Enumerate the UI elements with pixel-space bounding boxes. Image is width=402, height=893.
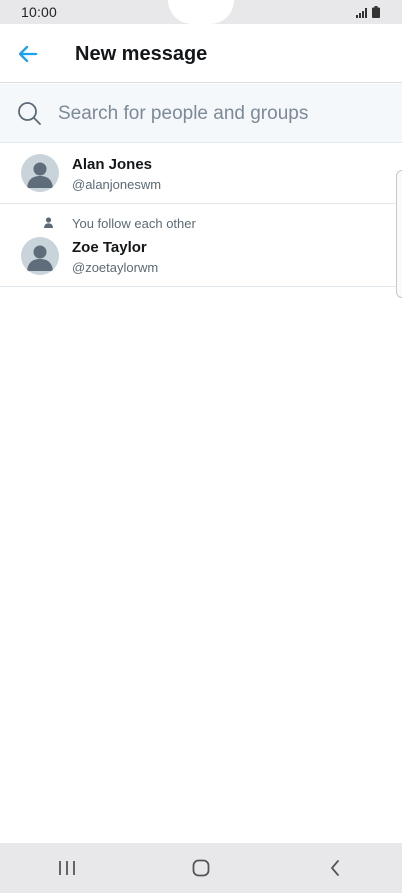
page-title: New message (75, 43, 208, 65)
default-avatar-icon (27, 245, 53, 271)
scrollbar[interactable] (396, 170, 402, 298)
recent-apps-button[interactable] (37, 843, 97, 893)
system-nav-bar (0, 843, 402, 893)
status-time: 10:00 (21, 4, 58, 20)
signal-icon (356, 8, 367, 18)
contact-name: Alan Jones (72, 156, 153, 173)
screen: 10:00 New message Search for people and … (0, 0, 402, 893)
social-context-text: You follow each other (72, 216, 196, 231)
back-button[interactable] (16, 42, 42, 66)
camera-notch (168, 0, 234, 24)
system-back-button[interactable] (305, 843, 365, 893)
avatar (21, 154, 59, 192)
home-icon (192, 859, 210, 877)
home-button[interactable] (171, 843, 231, 893)
contact-handle: @alanjoneswm (72, 177, 162, 192)
default-avatar-icon (27, 162, 53, 188)
recent-apps-icon (59, 861, 75, 875)
person-icon (44, 217, 53, 228)
contact-handle: @zoetaylorwm (72, 260, 159, 275)
search-input[interactable] (58, 101, 378, 127)
contact-item-alan-jones[interactable]: Alan Jones @alanjoneswm (0, 144, 402, 204)
status-icons (356, 6, 380, 18)
status-bar: 10:00 (0, 0, 402, 24)
search-bar (0, 84, 402, 143)
contact-name: Zoe Taylor (72, 239, 147, 256)
contact-item-zoe-taylor[interactable]: You follow each other Zoe Taylor @zoetay… (0, 205, 402, 287)
header: New message (0, 24, 402, 83)
avatar (21, 237, 59, 275)
battery-icon (372, 6, 380, 18)
back-arrow-icon (18, 45, 38, 63)
chevron-left-icon (331, 860, 339, 876)
search-icon (18, 102, 41, 125)
